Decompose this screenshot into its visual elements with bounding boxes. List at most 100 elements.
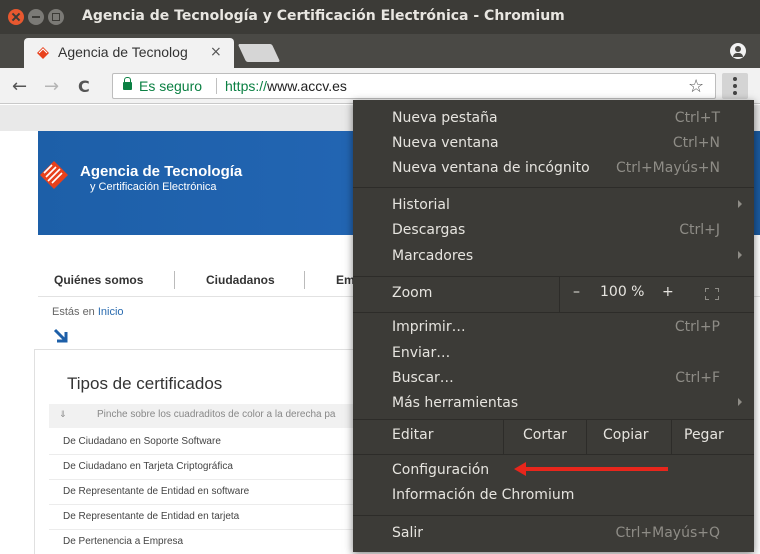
menu-item-informacion-chromium[interactable]: Información de Chromium — [353, 483, 754, 508]
cert-row[interactable]: De Representante de Entidad en tarjeta — [49, 505, 365, 530]
cert-types-title: Tipos de certificados — [67, 374, 223, 393]
nav-link-quienes-somos[interactable]: Quiénes somos — [54, 273, 143, 287]
cert-row[interactable]: De Ciudadano en Soporte Software — [49, 430, 365, 455]
back-arrow-icon[interactable]: ← — [12, 76, 27, 97]
url-host: www.accv.es — [267, 78, 347, 94]
brand-subtitle: y Certificación Electrónica — [90, 181, 217, 193]
nav-link-empresas[interactable]: Em — [336, 273, 355, 287]
zoom-out-button[interactable]: – — [573, 284, 580, 300]
edit-label: Editar — [392, 427, 434, 443]
breadcrumb-prefix: Estás en — [52, 306, 95, 318]
menu-separator — [353, 187, 754, 188]
tab-close-icon[interactable]: × — [210, 44, 222, 60]
menu-item-label: Historial — [392, 197, 450, 213]
lock-icon — [123, 77, 132, 90]
menu-item-shortcut: Ctrl+Mayús+N — [616, 160, 720, 176]
menu-item-label: Información de Chromium — [392, 487, 575, 503]
url-text[interactable]: https://www.accv.es — [225, 78, 347, 94]
cert-row[interactable]: De Pertenencia a Empresa — [49, 530, 365, 554]
url-scheme: https:// — [225, 78, 268, 94]
cut-button[interactable]: Cortar — [504, 420, 586, 454]
nav-divider — [304, 271, 305, 289]
profile-icon[interactable] — [730, 43, 746, 59]
menu-dot-icon — [733, 91, 737, 95]
menu-item-label: Imprimir… — [392, 319, 466, 335]
paste-label: Pegar — [684, 427, 724, 443]
submenu-arrow-icon — [738, 251, 742, 259]
window-title: Agencia de Tecnología y Certificación El… — [82, 8, 565, 24]
menu-item-shortcut: Ctrl+T — [674, 110, 720, 126]
menu-item-label: Enviar… — [392, 345, 451, 361]
accv-logo-icon[interactable] — [38, 159, 70, 191]
menu-item-imprimir[interactable]: Imprimir… Ctrl+P — [353, 315, 754, 340]
cut-label: Cortar — [523, 427, 567, 443]
cert-row-label: De Representante de Entidad en software — [63, 486, 250, 497]
zoom-label: Zoom — [392, 285, 433, 301]
menu-item-historial[interactable]: Historial — [353, 193, 754, 218]
red-annotation-arrow-icon — [514, 462, 668, 476]
window-maximize-icon[interactable] — [48, 9, 64, 25]
menu-item-ventana-incognito[interactable]: Nueva ventana de incógnito Ctrl+Mayús+N — [353, 156, 754, 181]
menu-item-label: Configuración — [392, 462, 490, 478]
tab-title: Agencia de Tecnolog — [58, 44, 188, 60]
menu-dot-icon — [733, 84, 737, 88]
tab-strip: Agencia de Tecnolog × — [0, 34, 760, 68]
hint-arrow-icon: ⇓ — [59, 410, 67, 420]
submenu-arrow-icon — [738, 398, 742, 406]
menu-item-descargas[interactable]: Descargas Ctrl+J — [353, 218, 754, 243]
omnibox-divider — [216, 78, 217, 94]
reload-icon[interactable]: C — [78, 77, 90, 96]
nav-link-ciudadanos[interactable]: Ciudadanos — [206, 273, 275, 287]
menu-item-shortcut: Ctrl+N — [672, 135, 720, 151]
menu-item-shortcut: Ctrl+Mayús+Q — [615, 525, 720, 541]
window-minimize-icon[interactable] — [28, 9, 44, 25]
menu-item-marcadores[interactable]: Marcadores — [353, 244, 754, 269]
down-right-arrow-icon — [53, 328, 68, 343]
menu-item-nueva-pestana[interactable]: Nueva pestaña Ctrl+T — [353, 106, 754, 131]
cert-row-label: De Representante de Entidad en tarjeta — [63, 511, 240, 522]
cert-types-panel: Tipos de certificados ⇓ Pinche sobre los… — [34, 349, 365, 554]
chrome-menu: Nueva pestaña Ctrl+T Nueva ventana Ctrl+… — [353, 100, 754, 552]
menu-item-enviar[interactable]: Enviar… — [353, 341, 754, 366]
accv-favicon-icon — [37, 47, 49, 59]
window-titlebar: Agencia de Tecnología y Certificación El… — [0, 0, 760, 34]
menu-item-mas-herramientas[interactable]: Más herramientas — [353, 391, 754, 416]
chrome-menu-button[interactable] — [722, 73, 748, 99]
new-tab-button[interactable] — [237, 44, 281, 62]
cert-row-label: De Ciudadano en Soporte Software — [63, 436, 221, 447]
breadcrumb: Estás en Inicio — [52, 306, 124, 318]
zoom-in-button[interactable]: + — [662, 284, 674, 300]
copy-button[interactable]: Copiar — [587, 420, 671, 454]
cert-row-label: De Pertenencia a Empresa — [63, 536, 184, 547]
tab-accv[interactable]: Agencia de Tecnolog × — [24, 38, 234, 68]
menu-item-shortcut: Ctrl+P — [674, 319, 720, 335]
menu-item-label: Buscar… — [392, 370, 454, 386]
nav-divider — [174, 271, 175, 289]
breadcrumb-link-inicio[interactable]: Inicio — [98, 306, 124, 318]
menu-item-shortcut: Ctrl+F — [675, 370, 720, 386]
menu-separator — [353, 312, 754, 313]
bookmark-star-icon[interactable]: ☆ — [688, 76, 704, 97]
menu-item-label: Marcadores — [392, 248, 474, 264]
menu-zoom-row: Zoom – 100 % + — [353, 277, 754, 312]
cert-row-label: De Ciudadano en Tarjeta Criptográfica — [63, 461, 233, 472]
cert-row[interactable]: De Ciudadano en Tarjeta Criptográfica — [49, 455, 365, 480]
menu-item-nueva-ventana[interactable]: Nueva ventana Ctrl+N — [353, 131, 754, 156]
menu-item-salir[interactable]: Salir Ctrl+Mayús+Q — [353, 521, 754, 546]
security-chip[interactable]: Es seguro — [139, 78, 202, 94]
menu-item-buscar[interactable]: Buscar… Ctrl+F — [353, 366, 754, 391]
cert-hint-text: Pinche sobre los cuadraditos de color a … — [97, 409, 336, 420]
menu-separator — [353, 454, 754, 455]
menu-item-label: Nueva ventana — [392, 135, 499, 151]
window-close-icon[interactable] — [8, 9, 24, 25]
menu-item-label: Descargas — [392, 222, 466, 238]
menu-item-label: Nueva pestaña — [392, 110, 498, 126]
fullscreen-icon[interactable] — [705, 288, 719, 300]
address-bar[interactable]: Es seguro https://www.accv.es — [112, 73, 716, 99]
zoom-level: 100 % — [600, 284, 645, 300]
menu-edit-row: Editar Cortar Copiar Pegar — [353, 420, 754, 454]
forward-arrow-icon[interactable]: → — [44, 76, 59, 97]
cert-row[interactable]: De Representante de Entidad en software — [49, 480, 365, 505]
menu-separator — [353, 515, 754, 516]
paste-button[interactable]: Pegar — [672, 420, 754, 454]
